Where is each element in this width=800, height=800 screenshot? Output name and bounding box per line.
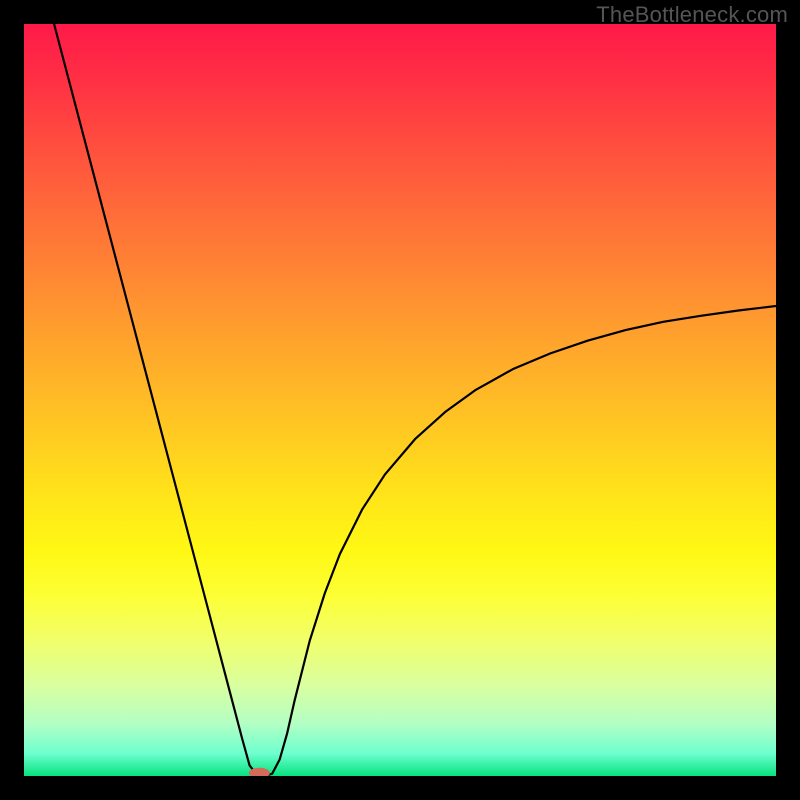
plot-area bbox=[24, 24, 776, 776]
watermark: TheBottleneck.com bbox=[596, 2, 788, 28]
chart-frame: TheBottleneck.com bbox=[0, 0, 800, 800]
bottleneck-chart bbox=[24, 24, 776, 776]
gradient-background bbox=[24, 24, 776, 776]
